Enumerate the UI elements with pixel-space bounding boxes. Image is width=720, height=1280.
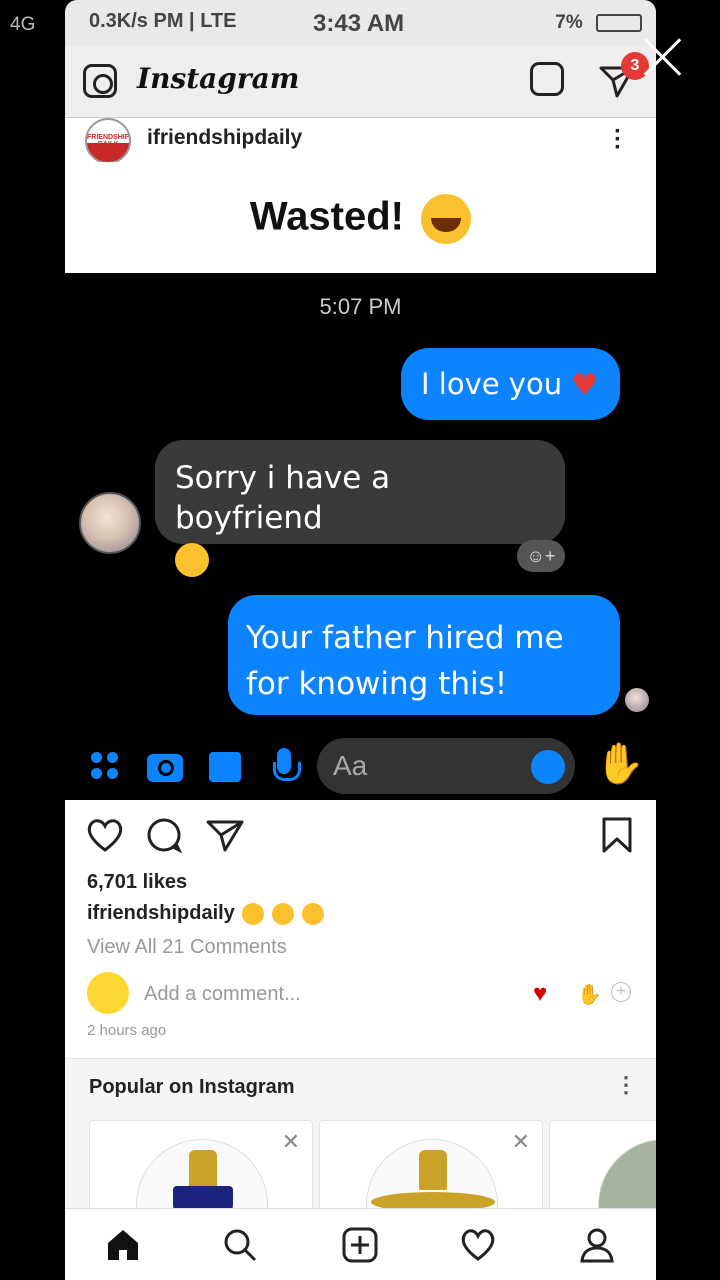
message-text: Your father hired me for knowing this!: [246, 620, 564, 702]
camera-icon[interactable]: [147, 754, 183, 782]
emblem-icon: [419, 1150, 447, 1190]
message-text: Sorry i have a boyfriend: [175, 460, 391, 536]
profile-icon[interactable]: [579, 1227, 615, 1263]
laughing-emoji-icon: [421, 194, 472, 244]
avatar-logo-text: FRIENDSHIP DAILY: [87, 134, 130, 148]
post-caption: ifriendshipdaily: [87, 902, 324, 925]
network-indicator: 4G: [10, 14, 36, 35]
wave-hand-icon[interactable]: ✋: [595, 740, 645, 787]
instagram-header: Instagram 3: [65, 46, 656, 118]
sender-avatar[interactable]: [79, 492, 141, 554]
message-bubble-sent: Your father hired me for knowing this!: [228, 595, 620, 715]
message-bubble-sent: I love you ♥: [401, 348, 620, 420]
status-time: 3:43 AM: [313, 10, 405, 37]
laughing-emoji-icon: [301, 902, 324, 925]
quick-heart-reaction[interactable]: ♥: [533, 980, 547, 1008]
search-icon[interactable]: [222, 1227, 258, 1263]
like-heart-icon[interactable]: [85, 816, 125, 854]
post-username[interactable]: ifriendshipdaily: [147, 126, 302, 150]
popular-more-icon[interactable]: ⋮: [615, 1072, 637, 1098]
message-text: I love you: [421, 367, 563, 401]
caption-title-text: Wasted!: [249, 194, 404, 239]
bottom-nav: [65, 1208, 656, 1280]
emoji-picker-icon[interactable]: [531, 750, 565, 784]
dismiss-icon[interactable]: ✕: [512, 1129, 530, 1155]
likes-count[interactable]: 6,701 likes: [87, 871, 187, 894]
apps-icon[interactable]: [91, 752, 119, 780]
home-icon[interactable]: [105, 1227, 141, 1263]
post-time-ago: 2 hours ago: [87, 1022, 167, 1039]
igtv-icon[interactable]: [530, 62, 564, 96]
laughing-emoji-icon: [271, 902, 294, 925]
chat-timestamp: 5:07 PM: [319, 294, 402, 319]
photo-icon[interactable]: [209, 752, 241, 782]
inner-status-bar: 0.3K/s PM | LTE 3:43 AM 7%: [65, 0, 656, 46]
post-image-caption: Wasted!: [65, 162, 656, 273]
bookmark-icon[interactable]: [601, 816, 633, 854]
status-right: 7%: [555, 12, 642, 34]
post-avatar[interactable]: FRIENDSHIP DAILY: [85, 118, 131, 164]
app-logo: Instagram: [137, 62, 300, 95]
view-comments-link[interactable]: View All 21 Comments: [87, 936, 287, 959]
camera-icon[interactable]: [83, 64, 117, 98]
screenshot-card: 0.3K/s PM | LTE 3:43 AM 7% Instagram 3 F…: [65, 0, 656, 1280]
share-icon[interactable]: [205, 816, 245, 852]
activity-heart-icon[interactable]: [459, 1227, 497, 1263]
seen-avatar: [625, 688, 649, 712]
microphone-icon[interactable]: [273, 748, 301, 786]
post-header: FRIENDSHIP DAILY ifriendshipdaily · · ·: [65, 118, 656, 164]
commenter-avatar: [87, 972, 129, 1014]
add-comment-input[interactable]: Add a comment...: [144, 983, 301, 1006]
inner-status-left: 0.3K/s PM | LTE: [89, 10, 237, 32]
quick-clap-reaction[interactable]: ✋: [577, 982, 602, 1007]
message-composer: Aa ✋: [65, 732, 656, 800]
heart-emoji-icon: ♥: [571, 368, 599, 403]
battery-percent: 7%: [555, 12, 583, 33]
battery-icon: [596, 13, 642, 32]
more-options-icon[interactable]: · · ·: [614, 120, 622, 160]
smirk-emoji-icon: [175, 542, 209, 577]
emblem-icon: [189, 1150, 217, 1190]
laughing-emoji-icon: [242, 902, 265, 925]
quick-add-reaction[interactable]: +: [611, 982, 631, 1002]
caption-title: Wasted!: [65, 194, 656, 244]
new-post-icon[interactable]: [342, 1227, 378, 1263]
comment-icon[interactable]: [145, 816, 183, 854]
message-bubble-received: Sorry i have a boyfriend: [155, 440, 565, 577]
dismiss-icon[interactable]: ✕: [282, 1129, 300, 1155]
popular-title: Popular on Instagram: [89, 1076, 295, 1098]
add-reaction-button[interactable]: ☺+: [517, 540, 565, 572]
caption-username[interactable]: ifriendshipdaily: [87, 902, 235, 924]
close-icon[interactable]: [640, 34, 686, 80]
